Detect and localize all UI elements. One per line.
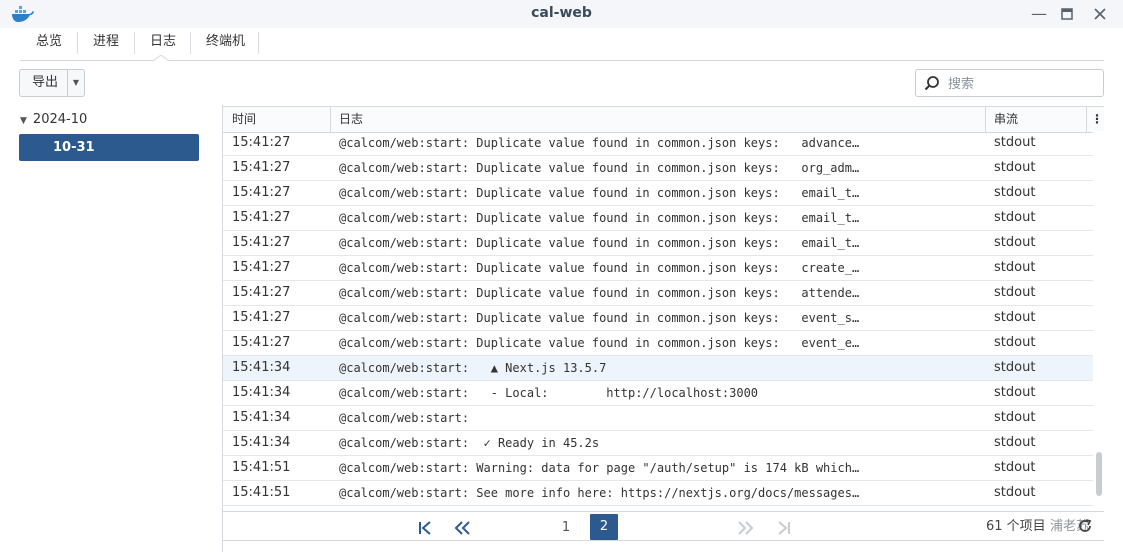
next-page-icon[interactable] [734, 516, 758, 540]
active-tab-indicator [153, 55, 169, 62]
chevron-down-icon[interactable]: ▼ [68, 70, 84, 96]
cell-log: @calcom/web:start: Duplicate value found… [339, 186, 864, 200]
cell-time: 15:41:27 [232, 285, 291, 300]
table-row[interactable]: 15:41:27 @calcom/web:start: Duplicate val… [223, 156, 1093, 181]
search-icon [924, 75, 940, 95]
cell-time: 15:41:27 [232, 135, 291, 150]
refresh-icon[interactable] [1077, 518, 1093, 534]
cell-log: @calcom/web:start: Duplicate value found… [339, 336, 864, 350]
column-header-log[interactable]: 日志 [330, 107, 985, 132]
cell-stream: stdout [994, 185, 1036, 200]
cell-time: 15:41:27 [232, 185, 291, 200]
column-menu-icon[interactable]: ⋮ [1089, 107, 1104, 132]
cell-stream: stdout [994, 435, 1036, 450]
cell-log: @calcom/web:start: [339, 411, 470, 425]
table-row[interactable]: 15:41:27 @calcom/web:start: Duplicate val… [223, 306, 1093, 331]
cell-log: @calcom/web:start: ▲ Next.js 13.5.7 [339, 361, 607, 375]
cell-time: 15:41:27 [232, 160, 291, 175]
cell-log: @calcom/web:start: Duplicate value found… [339, 236, 864, 250]
cell-log: @calcom/web:start: ✓ Ready in 45.2s [339, 436, 600, 450]
cell-stream: stdout [994, 235, 1036, 250]
cell-log: @calcom/web:start: Duplicate value found… [339, 286, 864, 300]
caret-down-icon[interactable]: ▼ [20, 116, 27, 126]
cell-time: 15:41:27 [232, 260, 291, 275]
last-page-icon[interactable] [773, 516, 795, 540]
cell-log: @calcom/web:start: Duplicate value found… [339, 211, 864, 225]
cell-stream: stdout [994, 210, 1036, 225]
cell-log: @calcom/web:start: Duplicate value found… [339, 311, 864, 325]
cell-time: 15:41:27 [232, 210, 291, 225]
window-title: cal-web [531, 5, 592, 21]
table-row[interactable]: 15:41:27 @calcom/web:start: Duplicate val… [223, 131, 1093, 156]
pager-divider [223, 511, 1104, 512]
cell-time: 15:41:51 [232, 460, 291, 475]
cell-stream: stdout [994, 485, 1036, 500]
cell-time: 15:41:34 [232, 360, 291, 375]
tree-year-label: 2024-10 [32, 112, 88, 127]
cell-log: @calcom/web:start: Warning: data for pag… [339, 461, 864, 475]
cell-time: 15:41:27 [232, 335, 291, 350]
cell-stream: stdout [994, 285, 1036, 300]
cell-stream: stdout [994, 160, 1036, 175]
table-row[interactable]: 15:41:51 @calcom/web:start: See more info… [223, 481, 1093, 506]
cell-log: @calcom/web:start: Duplicate value found… [339, 136, 864, 150]
cell-stream: stdout [994, 385, 1036, 400]
cell-time: 15:41:51 [232, 485, 291, 500]
scrollbar-thumb[interactable] [1096, 452, 1102, 496]
cell-stream: stdout [994, 135, 1036, 150]
tree-node-day[interactable]: 10-31 [19, 134, 199, 161]
page-button-1[interactable]: 1 [555, 516, 577, 540]
table-header: 时间 日志 串流 ⋮ [223, 106, 1104, 133]
tree-node-year[interactable]: ▼ 2024-10 [20, 111, 87, 129]
page-button-2[interactable]: 2 [590, 514, 618, 540]
cell-stream: stdout [994, 260, 1036, 275]
cell-time: 15:41:34 [232, 385, 291, 400]
table-row[interactable]: 15:41:51 @calcom/web:start: Warning: data… [223, 456, 1093, 481]
tree-day-label: 10-31 [53, 140, 95, 155]
cell-log: @calcom/web:start: See more info here: h… [339, 486, 864, 500]
export-button[interactable]: 导出 ▼ [19, 69, 85, 97]
table-row[interactable]: 15:41:27 @calcom/web:start: Duplicate val… [223, 231, 1093, 256]
tabs-divider [20, 60, 1104, 61]
export-label: 导出 [31, 75, 58, 90]
cell-stream: stdout [994, 310, 1036, 325]
search-box[interactable] [915, 69, 1104, 97]
table-row[interactable]: 15:41:34 @calcom/web:start: stdout [223, 406, 1093, 431]
cell-log: @calcom/web:start: Duplicate value found… [339, 161, 864, 175]
table-row[interactable]: 15:41:27 @calcom/web:start: Duplicate val… [223, 281, 1093, 306]
cell-stream: stdout [994, 360, 1036, 375]
tab-terminal[interactable]: 终端机 [190, 28, 292, 58]
table-row[interactable]: 15:41:27 @calcom/web:start: Duplicate val… [223, 206, 1093, 231]
bottom-divider [223, 540, 1104, 541]
table-row[interactable]: 15:41:34 @calcom/web:start: ✓ Ready in 45… [223, 431, 1093, 456]
table-row[interactable]: 15:41:27 @calcom/web:start: Duplicate val… [223, 181, 1093, 206]
first-page-icon[interactable] [414, 516, 436, 540]
cell-log: @calcom/web:start: Duplicate value found… [339, 261, 864, 275]
cell-time: 15:41:27 [232, 310, 291, 325]
table-row[interactable]: 15:41:34 @calcom/web:start: ▲ Next.js 13.… [223, 356, 1093, 381]
table-row[interactable]: 15:41:27 @calcom/web:start: Duplicate val… [223, 256, 1093, 281]
item-count: 61 个项目 [986, 519, 1046, 534]
log-table-body: 15:41:27 @calcom/web:start: Duplicate val… [223, 131, 1093, 511]
minimize-icon[interactable]: — [1029, 4, 1049, 24]
cell-time: 15:41:34 [232, 435, 291, 450]
table-row[interactable]: 15:41:27 @calcom/web:start: Duplicate val… [223, 331, 1093, 356]
cell-stream: stdout [994, 460, 1036, 475]
previous-page-icon[interactable] [450, 516, 474, 540]
cell-time: 15:41:27 [232, 235, 291, 250]
maximize-icon[interactable] [1057, 4, 1077, 24]
cell-stream: stdout [994, 410, 1036, 425]
column-header-time[interactable]: 时间 [223, 107, 330, 132]
close-icon[interactable] [1090, 4, 1110, 24]
cell-stream: stdout [994, 335, 1036, 350]
search-input[interactable] [946, 73, 1100, 95]
cell-log: @calcom/web:start: - Local: http://local… [339, 386, 759, 400]
cell-time: 15:41:34 [232, 410, 291, 425]
column-header-stream[interactable]: 串流 [985, 107, 1085, 132]
table-row[interactable]: 15:41:34 @calcom/web:start: - Local: http… [223, 381, 1093, 406]
